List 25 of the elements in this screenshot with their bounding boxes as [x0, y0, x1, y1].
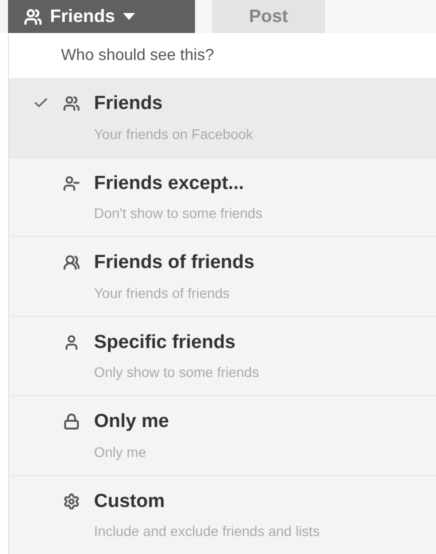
person-icon	[63, 334, 80, 350]
audience-option[interactable]: Friends Your friends on Facebook	[9, 78, 436, 158]
option-title: Only me	[94, 410, 170, 434]
audience-option[interactable]: Friends except... Don't show to some friends	[9, 158, 436, 237]
option-description: Only me	[94, 442, 148, 462]
audience-button[interactable]: Friends	[8, 0, 195, 33]
person-minus-icon	[63, 174, 80, 192]
option-title: Friends of friends	[94, 251, 256, 275]
audience-option[interactable]: Specific friends Only show to some friends	[9, 316, 436, 396]
settings-icon	[63, 492, 80, 510]
option-description: Only show to some friends	[94, 363, 260, 382]
people-icon	[24, 8, 42, 26]
option-title: Friends	[94, 92, 164, 116]
option-description: Don't show to some friends	[94, 204, 264, 223]
option-description: Your friends of friends	[94, 284, 231, 302]
option-title: Specific friends	[94, 330, 236, 354]
option-title: Custom	[94, 490, 166, 514]
lock-icon	[63, 413, 80, 430]
menu-header: Who should see this?	[9, 33, 436, 78]
option-description: Include and exclude friends and lists	[94, 522, 321, 541]
option-description: Your friends on Facebook	[94, 124, 254, 144]
caret-icon	[123, 13, 136, 20]
people-icon	[63, 95, 80, 112]
group-icon	[63, 254, 80, 271]
option-title: Friends except...	[94, 172, 245, 196]
